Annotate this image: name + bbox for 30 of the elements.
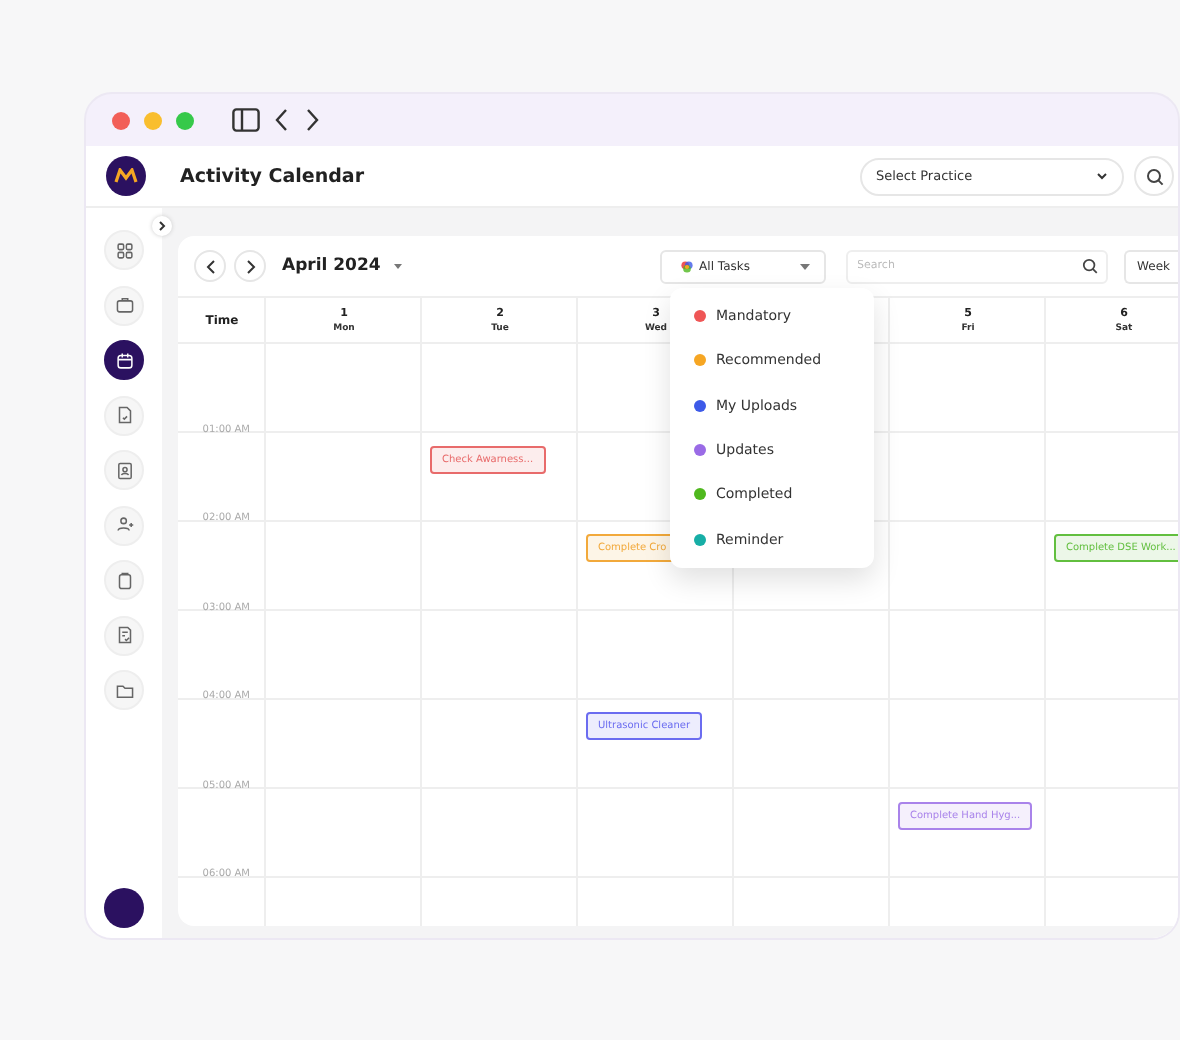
month-picker[interactable]: April 2024 [282,256,381,276]
calendar-icon [113,349,135,371]
clipboard-icon [113,569,135,591]
back-icon[interactable] [274,108,290,132]
next-button[interactable] [234,250,266,282]
chevron-left-icon [205,259,215,273]
briefcase-icon [113,294,135,316]
user-add-icon [113,514,135,536]
close-button[interactable] [112,111,130,129]
expand-icon[interactable] [152,216,172,236]
document-icon [113,404,135,426]
previous-button[interactable] [194,250,226,282]
forward-icon[interactable] [304,108,320,132]
sidebar-toggle-icon[interactable] [232,108,260,132]
caret-icon[interactable] [392,262,405,270]
search-button[interactable] [1134,156,1174,196]
folder-icon [113,679,135,701]
chevron-right-icon [245,259,255,273]
search-icon [1081,258,1098,274]
sidebar-item[interactable] [104,340,144,380]
app-logo [106,156,146,196]
id-card-icon [113,459,135,481]
caret-icon [799,263,810,269]
document-check-icon [113,624,135,646]
user-avatar[interactable] [104,888,144,928]
page-title: Activity Calendar [180,165,367,187]
chevron-down-icon [1096,172,1108,180]
search-icon [1145,167,1163,185]
grid-icon [113,239,135,261]
color-circles-icon [679,259,694,273]
